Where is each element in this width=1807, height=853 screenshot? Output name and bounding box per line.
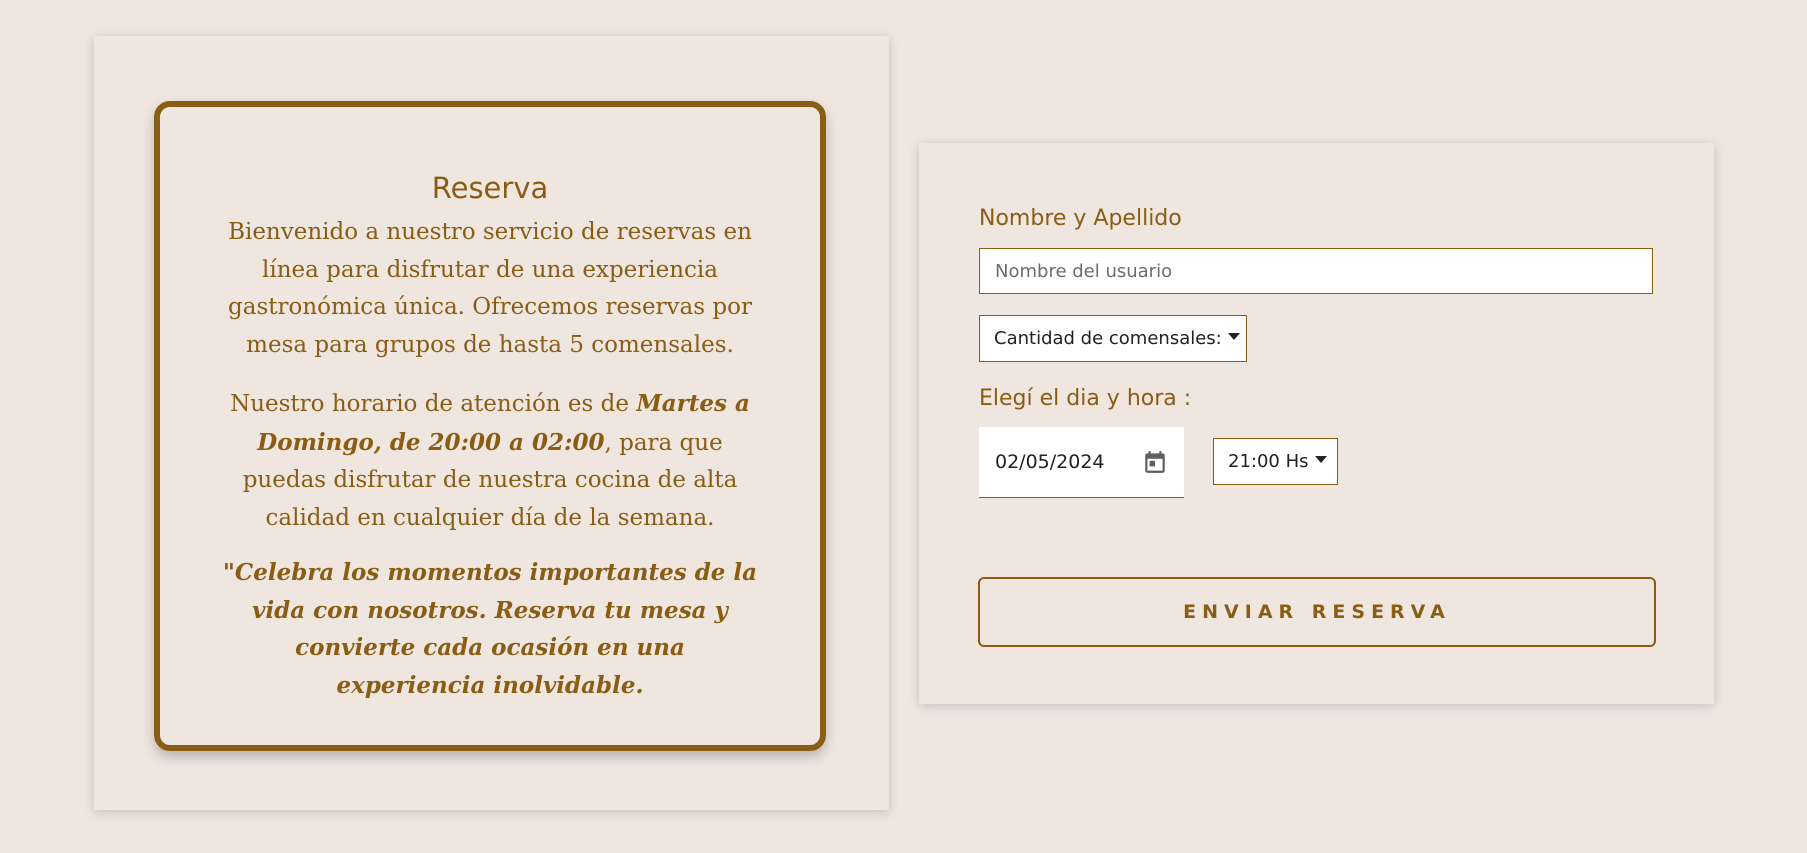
time-dropdown-value: 21:00 Hs [1228, 451, 1309, 472]
info-card: Reserva Bienvenido a nuestro servicio de… [154, 101, 826, 751]
schedule-paragraph: Nuestro horario de atención es de Martes… [222, 385, 758, 537]
info-title: Reserva [431, 171, 549, 205]
comensales-dropdown-label: Cantidad de comensales: [994, 328, 1222, 349]
calendar-icon[interactable] [1142, 448, 1168, 476]
date-time-label: Elegí el dia y hora : [979, 386, 1192, 411]
reservation-form: Nombre y Apellido Cantidad de comensales… [919, 143, 1714, 704]
date-value: 02/05/2024 [995, 451, 1105, 473]
quote-paragraph: "Celebra los momentos importantes de la … [222, 559, 758, 699]
info-panel: Reserva Bienvenido a nuestro servicio de… [94, 36, 889, 810]
schedule-intro-text: Nuestro horario de atención es de [230, 391, 637, 417]
date-input[interactable]: 02/05/2024 [979, 427, 1184, 498]
comensales-dropdown[interactable]: Cantidad de comensales: [979, 315, 1247, 362]
caret-down-icon [1314, 456, 1327, 463]
caret-down-icon [1227, 333, 1240, 340]
name-label: Nombre y Apellido [979, 206, 1182, 231]
time-dropdown[interactable]: 21:00 Hs [1213, 438, 1338, 485]
welcome-paragraph: Bienvenido a nuestro servicio de reserva… [228, 219, 752, 358]
name-input[interactable] [979, 248, 1653, 294]
submit-reservation-button[interactable]: ENVIAR RESERVA [978, 577, 1656, 647]
